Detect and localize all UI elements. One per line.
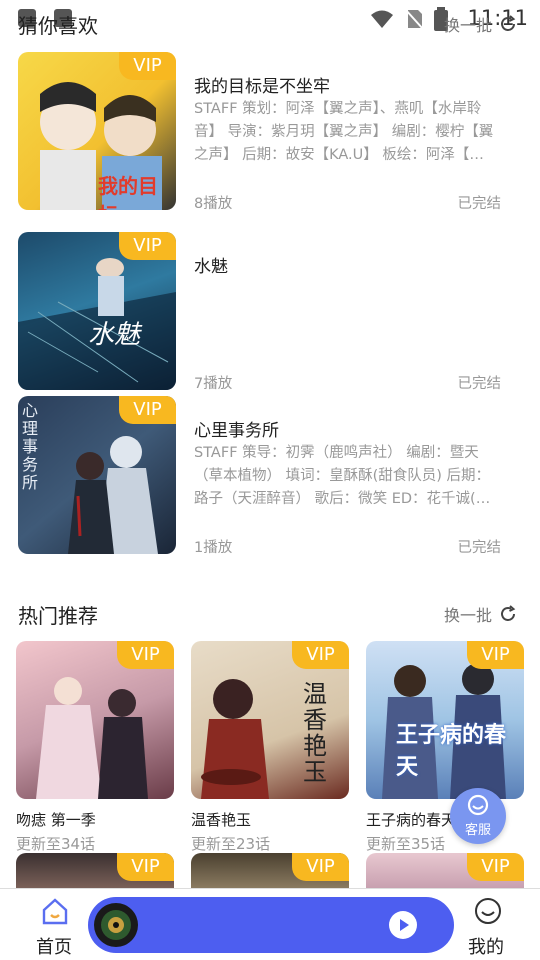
wifi-icon: [371, 10, 393, 28]
list-item[interactable]: 心理事务所 VIP 心里事务所 STAFF 策导：初霁（鹿鸣声社） 编剧：暨天（…: [18, 396, 523, 556]
album-disc-icon: [94, 903, 138, 947]
item-title: 心里事务所: [194, 421, 279, 441]
hot-card[interactable]: VIP 吻痣 第一季 更新至34话: [16, 641, 174, 854]
cover-image: 水魅 VIP: [18, 232, 176, 390]
item-description: STAFF 策导：初霁（鹿鸣声社） 编剧：暨天（草本植物） 填词：皇酥酥(甜食队…: [194, 445, 491, 507]
refresh-icon: [501, 605, 516, 621]
card-subtitle: 更新至34话: [16, 835, 96, 853]
nav-mine-label[interactable]: 我的: [468, 933, 504, 959]
item-status: 已完结: [457, 540, 502, 556]
vip-badge: VIP: [467, 853, 524, 881]
headset-icon: [467, 794, 489, 816]
card-title: 吻痣 第一季: [16, 811, 96, 829]
mini-player[interactable]: [88, 897, 454, 953]
item-plays: 8播放: [194, 196, 233, 212]
status-icons: [370, 7, 448, 31]
customer-service-label: 客服: [464, 823, 491, 838]
section-title-guess: 猜你喜欢: [18, 14, 98, 38]
hot-card[interactable]: VIP: [191, 853, 349, 888]
hot-card[interactable]: VIP: [366, 853, 524, 888]
refresh-guess-button[interactable]: 换一批: [444, 12, 518, 36]
card-cover-image: VIP: [16, 641, 174, 799]
vip-badge: VIP: [467, 641, 524, 669]
play-icon[interactable]: [388, 910, 418, 940]
cover-text: 温香艳玉: [303, 680, 327, 786]
item-title: 水魅: [194, 257, 228, 277]
list-item[interactable]: 水魅 VIP 水魅 7播放 已完结: [18, 232, 523, 392]
smiley-icon: [475, 898, 501, 924]
nav-home[interactable]: [40, 897, 70, 929]
nav-home-label[interactable]: 首页: [36, 933, 72, 959]
hot-card[interactable]: VIP: [16, 853, 174, 888]
vip-badge: VIP: [117, 853, 174, 881]
vip-badge: VIP: [292, 641, 349, 669]
bottom-nav: 首页 我的: [0, 888, 540, 960]
vip-badge: VIP: [119, 396, 176, 424]
cover-text: 我的目标: [98, 174, 158, 210]
vip-badge: VIP: [119, 232, 176, 260]
refresh-icon: [501, 15, 516, 31]
refresh-label: 换一批: [444, 16, 493, 35]
hot-card[interactable]: 温香艳玉 VIP 温香艳玉 更新至23话: [191, 641, 349, 854]
card-cover-image: 温香艳玉 VIP: [191, 641, 349, 799]
item-description: STAFF 策划：阿泽【翼之声】、燕叽【水岸聆音】 导演：紫月玥【翼之声】 编剧…: [194, 101, 494, 163]
item-status: 已完结: [457, 196, 502, 212]
item-plays: 1播放: [194, 540, 233, 556]
list-item[interactable]: 我的目标 VIP 我的目标是不坐牢 STAFF 策划：阿泽【翼之声】、燕叽【水岸…: [18, 52, 523, 212]
cover-text: 水魅: [88, 320, 141, 350]
cover-image: 心理事务所 VIP: [18, 396, 176, 554]
nav-mine[interactable]: [474, 897, 502, 929]
cover-text: 王子病的春天: [396, 723, 507, 780]
section-title-hot: 热门推荐: [18, 604, 98, 628]
no-sim-icon: [404, 8, 424, 30]
customer-service-button[interactable]: 客服: [450, 788, 506, 844]
refresh-label: 换一批: [444, 606, 493, 625]
cover-image: 我的目标 VIP: [18, 52, 176, 210]
item-status: 已完结: [457, 376, 502, 392]
card-title: 温香艳玉: [191, 811, 252, 829]
vip-badge: VIP: [119, 52, 176, 80]
vip-badge: VIP: [117, 641, 174, 669]
home-icon: [42, 898, 68, 925]
refresh-hot-button[interactable]: 换一批: [444, 602, 518, 626]
item-plays: 7播放: [194, 376, 233, 392]
vip-badge: VIP: [292, 853, 349, 881]
card-cover-image: 王子病的春天 VIP: [366, 641, 524, 799]
cover-text: 心理事务所: [22, 401, 39, 492]
item-title: 我的目标是不坐牢: [194, 77, 330, 97]
card-subtitle: 更新至23话: [191, 835, 271, 853]
